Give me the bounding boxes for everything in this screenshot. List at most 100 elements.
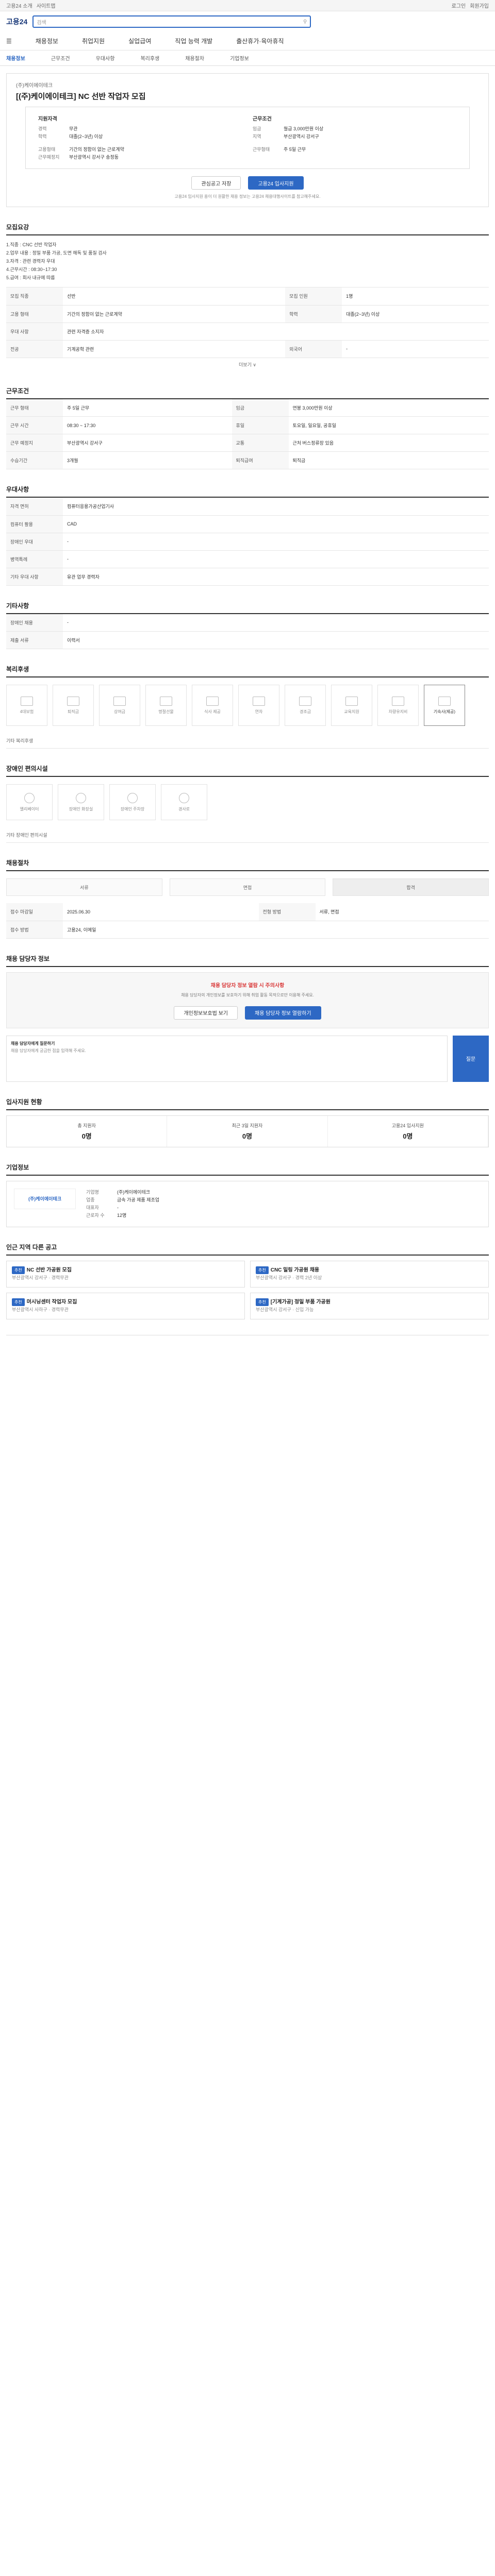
card-badge: 추천	[256, 1266, 269, 1274]
section-title: 근무조건	[6, 386, 489, 399]
kv-spacer	[38, 141, 242, 146]
top-link[interactable]: 고용24 소개	[6, 2, 32, 9]
kv-row: 지역 부산광역시 강서구	[253, 133, 457, 141]
kv-key: 고용형태	[38, 147, 56, 152]
top-utility-bar: 고용24 소개 사이트맵 로그인 회원가입	[0, 0, 495, 11]
benefit-tiles: 4대보험 퇴직금 상여금 명절선물 식사 제공 연차 경조금 교육지원 차량유지…	[6, 677, 489, 733]
welfare-tile: 장애인 주차장	[109, 784, 156, 820]
benefit-icon	[21, 696, 33, 706]
scrap-button[interactable]: 관심공고 저장	[191, 176, 241, 190]
stat-label: 총 지원자	[77, 1123, 96, 1128]
row-key: 전공	[6, 340, 63, 358]
tab-process[interactable]: 채용절차	[185, 54, 204, 62]
row-key: 교통	[232, 434, 289, 452]
section-title: 채용절차	[6, 858, 489, 871]
top-link[interactable]: 사이트맵	[37, 2, 56, 9]
company-name[interactable]: (주)케이에이테크	[16, 81, 479, 89]
related-card[interactable]: 추천 CNC 밀링 가공원 채용 부산광역시 강서구 · 경력 2년 이상	[250, 1260, 489, 1287]
benefit-tile: 4대보험	[6, 685, 47, 726]
row-key: 접수 마감일	[6, 903, 63, 921]
table-row: 장애인 채용 -	[6, 614, 489, 632]
stat-item: 최근 3일 지원자 0명	[167, 1115, 328, 1147]
qualification-col: 지원자격 경력 무관 학력 대졸(2~3년) 이상 고용형태 기간의 정함이 없는 근…	[33, 114, 248, 161]
row-value: -	[342, 340, 489, 358]
benefit-icon	[113, 696, 126, 706]
nav-item[interactable]: 직업 능력 개발	[175, 37, 212, 45]
related-card[interactable]: 추천 NC 선반 가공원 모집 부산광역시 강서구 · 경력무관	[6, 1260, 245, 1287]
row-key: 기타 우대 사항	[6, 568, 63, 586]
contact-note: 채용 담당자의 개인정보를 보호하기 위해 취업 활동 목적으로만 이용해 주세…	[181, 992, 314, 997]
row-value: 퇴직금	[288, 451, 489, 469]
row-value: 컴퓨터응용가공산업기사	[63, 498, 489, 516]
nav-item[interactable]: 채용정보	[36, 37, 58, 45]
card-title: [기계가공] 정밀 부품 가공원	[270, 1299, 331, 1305]
tab-prefer[interactable]: 우대사항	[96, 54, 115, 62]
view-contact-button[interactable]: 채용 담당자 정보 열람하기	[245, 1006, 321, 1020]
apply-button[interactable]: 고용24 입사지원	[248, 176, 304, 190]
kv-value: 기간의 정함이 없는 근로계약	[69, 147, 124, 152]
menu-icon[interactable]: ☰	[6, 38, 12, 45]
logo[interactable]: 고용24	[6, 16, 27, 27]
kv-key: 업종	[86, 1197, 95, 1202]
nav-item[interactable]: 실업급여	[128, 37, 151, 45]
related-card[interactable]: 추천 머시닝센터 작업자 모집 부산광역시 사하구 · 경력무관	[6, 1292, 245, 1319]
card-sub: 부산광역시 강서구 · 신입 가능	[256, 1307, 314, 1312]
benefit-tile: 식사 제공	[192, 685, 233, 726]
tile-label: 상여금	[113, 709, 126, 714]
kv-key: 근로자 수	[86, 1212, 105, 1218]
desc-line: 1.직종 : CNC 선반 작업자	[6, 242, 57, 247]
related-section: 인근 지역 다른 공고 추천 NC 선반 가공원 모집 부산광역시 강서구 · 경력…	[6, 1243, 489, 1319]
top-link[interactable]: 회원가입	[470, 2, 489, 9]
benefit-tile: 명절선물	[145, 685, 187, 726]
search-input[interactable]: 검색 ⚲	[32, 15, 311, 28]
desc-line: 3.자격 : 관련 경력자 우대	[6, 259, 55, 264]
apply-notice: 고용24 입사지원 용이 더 원활한 채용 정보는 고용24 채용대행사이트를 …	[174, 194, 321, 199]
row-value: CAD	[63, 515, 489, 533]
row-key: 임금	[232, 399, 289, 417]
tile-label: 식사 제공	[204, 709, 221, 714]
nav-item[interactable]: 취업지원	[82, 37, 105, 45]
desc-line: 2.업무 내용 : 정밀 부품 가공, 도면 해독 및 품질 검사	[6, 250, 107, 256]
kv-value: -	[117, 1205, 119, 1210]
benefit-icon	[438, 696, 451, 706]
recruit-table: 모집 직종 선반 모집 인원 1명 고용 형태 기간의 정함이 없는 근로계약 학력 대졸(…	[6, 287, 489, 358]
section-title: 인근 지역 다른 공고	[6, 1243, 489, 1256]
company-section: 기업정보 (주)케이에이테크 기업명 (주)케이에이테크 업종 금속 가공 제품 제…	[6, 1163, 489, 1227]
row-value: 고용24, 이메일	[63, 921, 489, 939]
job-summary: (주)케이에이테크 [(주)케이에이테크] NC 선반 작업자 모집 지원자격 …	[6, 73, 489, 207]
top-link[interactable]: 로그인	[452, 2, 466, 9]
search-placeholder: 검색	[37, 20, 46, 26]
tile-label: 경조금	[299, 709, 311, 714]
privacy-button[interactable]: 개인정보보호법 보기	[174, 1006, 238, 1020]
related-card[interactable]: 추천 [기계가공] 정밀 부품 가공원 부산광역시 강서구 · 신입 가능	[250, 1292, 489, 1319]
nav-item[interactable]: 출산휴가·육아휴직	[236, 37, 284, 45]
search-icon[interactable]: ⚲	[303, 19, 307, 25]
header: 고용24 검색 ⚲	[0, 11, 495, 32]
kv-value: 12명	[117, 1212, 127, 1218]
col-title: 근무조건	[253, 116, 272, 122]
desc-line: 4.근무시간 : 08:30~17:30	[6, 267, 57, 272]
section-title: 기업정보	[6, 1163, 489, 1176]
contact-section: 채용 담당자 정보 채용 담당자 정보 열람 시 주의사항 채용 담당자의 개인…	[6, 954, 489, 1082]
question-submit-button[interactable]: 질문	[453, 1035, 489, 1082]
row-key: 제출 서류	[6, 631, 63, 649]
tab-company[interactable]: 기업정보	[230, 54, 249, 62]
tab-work[interactable]: 근무조건	[51, 54, 70, 62]
row-value: -	[63, 614, 489, 632]
benefit-icon	[206, 696, 219, 706]
stat-item: 총 지원자 0명	[7, 1115, 168, 1147]
question-input[interactable]: 채용 담당자에게 질문하기 채용 담당자에게 궁금한 점을 입력해 주세요.	[6, 1035, 448, 1082]
kv-key: 학력	[38, 134, 47, 139]
welfare-section: 장애인 편의시설 엘리베이터 장애인 화장실 장애인 주차장 경사로 기타 장애…	[6, 764, 489, 843]
more-button[interactable]: 더보기 ∨	[6, 358, 489, 371]
row-key: 근무 형태	[6, 399, 63, 417]
benefit-icon	[299, 696, 311, 706]
row-value: 근처 버스정류장 있음	[288, 434, 489, 452]
row-key: 수습기간	[6, 451, 63, 469]
table-row: 컴퓨터 활용 CAD	[6, 515, 489, 533]
tab-benefit[interactable]: 복리후생	[140, 54, 159, 62]
row-value: 서류, 면접	[315, 903, 489, 921]
row-key: 장애인 채용	[6, 614, 63, 632]
stat-value: 0명	[242, 1132, 253, 1140]
tab-recruit[interactable]: 채용정보	[6, 54, 25, 62]
